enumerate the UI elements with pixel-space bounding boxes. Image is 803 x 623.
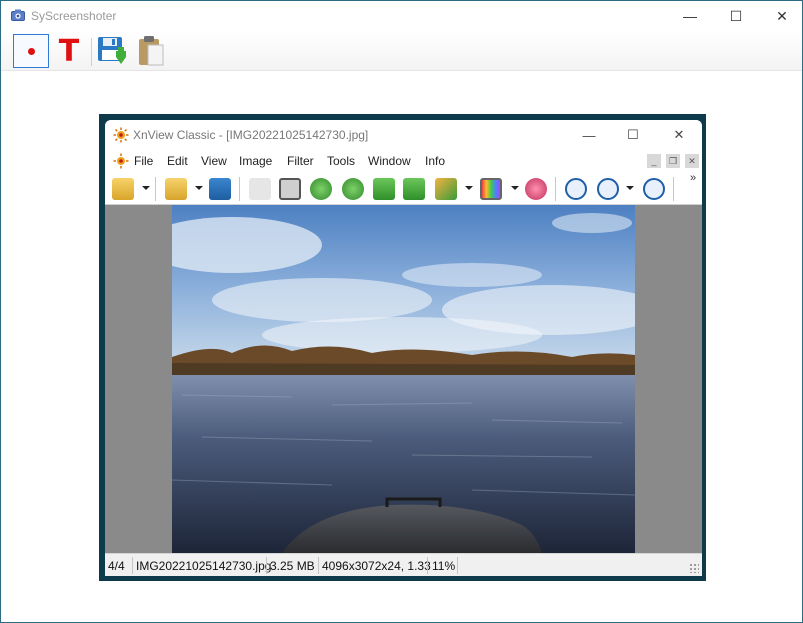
- floppy-save-icon: [98, 37, 126, 64]
- clipboard-icon: [139, 36, 164, 66]
- menu-window: Window: [368, 154, 411, 168]
- status-zoom: 11%: [432, 559, 456, 573]
- menu-file: File: [134, 154, 154, 168]
- effects-icon: [525, 178, 547, 200]
- crop-icon: [279, 178, 301, 200]
- xnview-toolbar: »: [105, 172, 702, 205]
- resize-icon: [435, 178, 457, 200]
- toolbar-separator: [673, 177, 674, 201]
- xnview-menu-logo-icon: [113, 153, 129, 169]
- xnview-title-bar: XnView Classic - [IMG20221025142730.jpg]…: [105, 120, 702, 150]
- previous-image-icon: [373, 178, 395, 200]
- xnview-window: XnView Classic - [IMG20221025142730.jpg]…: [105, 120, 702, 576]
- text-tool-button[interactable]: T: [51, 34, 87, 69]
- status-filename: IMG20221025142730.jpg: [136, 559, 272, 573]
- close-button[interactable]: ✕: [759, 1, 803, 31]
- save-button[interactable]: [94, 34, 130, 68]
- menu-edit: Edit: [167, 154, 188, 168]
- status-separator: [318, 557, 319, 574]
- resize-grip-icon: [689, 563, 699, 573]
- menu-tools: Tools: [327, 154, 356, 168]
- status-separator: [132, 557, 133, 574]
- menu-image: Image: [239, 154, 273, 168]
- next-image-icon: [403, 178, 425, 200]
- xnview-logo-icon: [113, 127, 129, 143]
- camera-icon: [11, 9, 25, 21]
- zoom-out-icon: [643, 178, 665, 200]
- mdi-restore-button: ❐: [666, 154, 680, 168]
- syscreenshoter-window: SyScreenshoter — ☐ ✕ T XnView Classic - …: [0, 0, 803, 623]
- xnview-minimize-button: —: [582, 127, 596, 143]
- browser-tree-icon: [112, 178, 134, 200]
- chevron-down-icon: [626, 186, 634, 190]
- status-dimensions: 4096x3072x24, 1.33: [322, 559, 431, 573]
- chevron-down-icon: [195, 186, 203, 190]
- image-viewer: [105, 205, 702, 553]
- open-folder-icon: [165, 178, 187, 200]
- menu-filter: Filter: [287, 154, 314, 168]
- xnview-menu-bar: File Edit View Image Filter Tools Window…: [105, 150, 702, 172]
- adjust-colors-icon: [480, 178, 502, 200]
- toolbar-separator: [91, 38, 92, 66]
- zoom-in-icon: [565, 178, 587, 200]
- status-separator: [266, 557, 267, 574]
- paste-button[interactable]: [133, 34, 169, 68]
- chevron-down-icon: [142, 186, 150, 190]
- minimize-button[interactable]: —: [667, 1, 713, 31]
- title-bar[interactable]: SyScreenshoter — ☐ ✕: [1, 1, 802, 31]
- undo-icon: [249, 178, 271, 200]
- maximize-button[interactable]: ☐: [713, 1, 759, 31]
- menu-info: Info: [425, 154, 446, 168]
- main-toolbar: T: [1, 31, 802, 71]
- status-separator: [427, 557, 428, 574]
- xnview-maximize-button: ☐: [627, 127, 639, 142]
- chevron-down-icon: [465, 186, 473, 190]
- record-dot-icon: [27, 47, 35, 55]
- status-bar: 4/4 IMG20221025142730.jpg 3.25 MB 4096x3…: [105, 553, 702, 576]
- mdi-close-button: ✕: [685, 154, 699, 168]
- xnview-title: XnView Classic - [IMG20221025142730.jpg]: [133, 128, 369, 142]
- menu-view: View: [201, 154, 227, 168]
- xnview-close-button: ✕: [673, 127, 685, 142]
- record-button[interactable]: [13, 34, 49, 68]
- mdi-minimize-button: _: [647, 154, 661, 168]
- toolbar-overflow-icon: »: [690, 172, 697, 184]
- chevron-down-icon: [511, 186, 519, 190]
- rotate-left-icon: [310, 178, 332, 200]
- status-filesize: 3.25 MB: [270, 559, 315, 573]
- toolbar-separator: [239, 177, 240, 201]
- captured-screenshot: XnView Classic - [IMG20221025142730.jpg]…: [99, 114, 706, 581]
- toolbar-separator: [555, 177, 556, 201]
- zoom-actual-size-icon: [597, 178, 619, 200]
- toolbar-separator: [155, 177, 156, 201]
- lake-photo: [172, 205, 635, 553]
- status-separator: [457, 557, 458, 574]
- app-title: SyScreenshoter: [31, 9, 117, 23]
- status-index: 4/4: [108, 559, 125, 573]
- save-icon: [209, 178, 231, 200]
- rotate-right-icon: [342, 178, 364, 200]
